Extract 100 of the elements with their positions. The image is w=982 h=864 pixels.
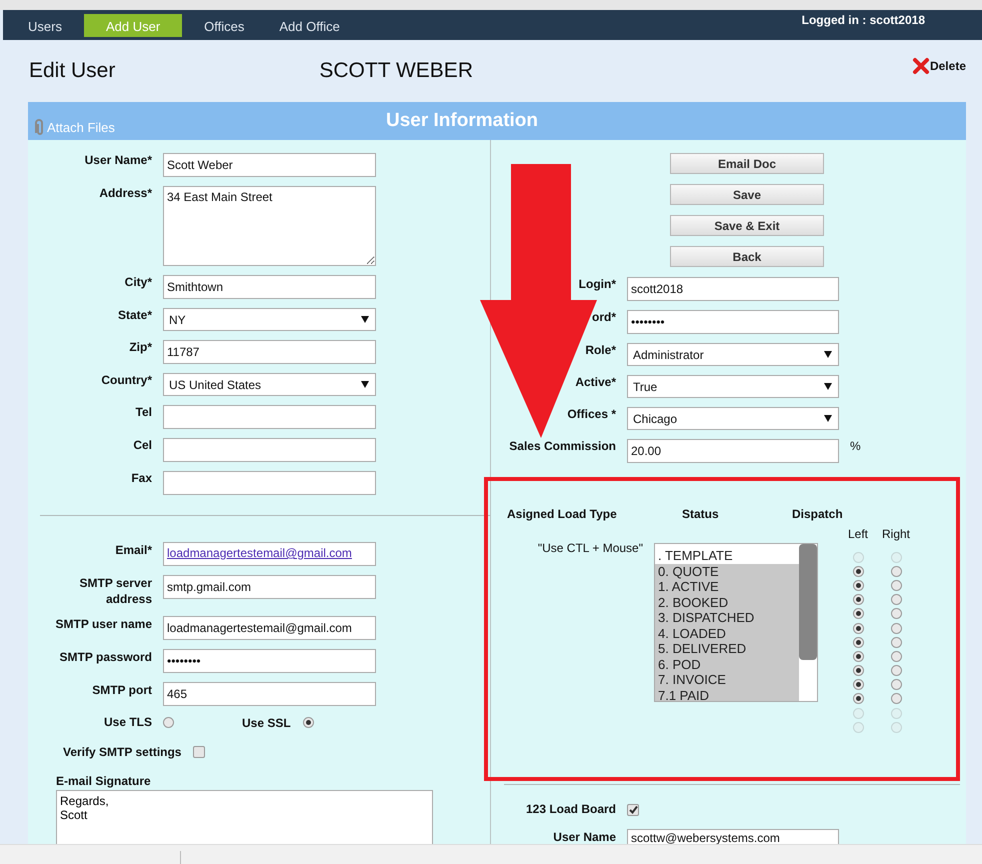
text-field[interactable] [163,405,376,429]
field-label: Country* [100,373,152,388]
select-field[interactable]: True [627,375,839,398]
signature-field[interactable]: Regards, Scott [56,790,433,845]
field-label: 123 Load Board [524,802,616,817]
text-field[interactable]: Scott Weber [163,153,376,177]
text-field[interactable]: loadmanagertestemail@gmail.com [163,616,376,640]
close-icon [912,57,930,75]
form-button[interactable]: Save [670,184,824,205]
unit-label: % [850,439,861,453]
radio-button[interactable] [890,693,902,704]
text-field[interactable] [163,471,376,495]
text-field[interactable]: scott2018 [627,277,839,301]
column-heading: Right [880,527,911,541]
field-label: Address* [98,186,152,201]
radio-button[interactable] [852,622,864,634]
field-label: Login* [578,277,616,292]
radio-button[interactable] [890,608,902,620]
user-name-heading: SCOTT WEBER [319,59,473,83]
field-label: Zip* [128,340,152,355]
select-field[interactable]: Chicago [627,407,839,430]
checkbox[interactable] [193,746,206,758]
caret-icon [361,381,369,388]
radio-button[interactable] [163,717,174,728]
field-label: State* [116,308,152,323]
field-label: SMTP password [58,649,152,665]
list-option[interactable]: 6. POD [655,656,799,672]
text-field[interactable]: 11787 [163,340,376,364]
text-field[interactable]: Smithtown [163,275,376,299]
radio-button[interactable] [890,622,902,634]
radio-button[interactable] [852,580,864,591]
radio-button[interactable] [852,665,864,676]
radio-button[interactable] [890,580,902,591]
field-label: Email* [114,542,152,558]
text-field[interactable]: 20.00 [627,439,839,463]
radio-button[interactable] [852,650,864,662]
radio-button[interactable] [852,594,864,606]
radio-button[interactable] [852,636,864,648]
field-label: User Name [552,830,616,845]
field-label: Active* [574,375,616,390]
text-field[interactable]: •••••••• [627,310,839,334]
nav-tab[interactable]: Offices [191,14,258,36]
logged-in-text: Logged in : scott2018 [802,13,925,29]
column-heading: Asigned Load Type [507,507,618,521]
delete-link[interactable]: Delete [912,57,966,75]
radio-button[interactable] [890,650,902,662]
option-label: Use SSL [242,716,291,730]
list-option[interactable]: . TEMPLATE [655,548,799,564]
option-label: Verify SMTP settings [63,745,182,759]
nav-tab[interactable]: Users [15,14,75,36]
list-option[interactable]: 3. DISPATCHED [655,610,799,626]
text-field[interactable] [163,438,376,462]
form-button[interactable]: Email Doc [670,153,824,174]
list-option[interactable]: 2. BOOKED [655,594,799,610]
email-field[interactable]: loadmanagertestemail@gmail.com [163,542,376,566]
radio-button[interactable] [890,566,902,577]
form-button[interactable]: Save & Exit [670,215,824,236]
column-heading: Status [682,507,720,521]
address-field[interactable]: 34 East Main Street [163,186,376,266]
form-button[interactable]: Back [670,246,824,267]
section-title: User Information [386,110,538,132]
field-label: Tel [134,405,152,420]
field-label: Sales Commission [508,439,616,454]
list-option[interactable]: 7.1 PAID [655,688,799,701]
radio-button[interactable] [852,608,864,620]
text-field[interactable]: •••••••• [163,649,376,673]
list-option[interactable]: 5. DELIVERED [655,641,799,656]
radio-button[interactable] [852,693,864,704]
status-listbox[interactable]: . TEMPLATE 0. QUOTE 1. ACTIVE 2. BOOKED 3. DISPATCHED 4. LOADED 5. DELIVERED 6. POD 7. INVOICE 7.1 PAID [654,543,818,702]
select-field[interactable]: Administrator [627,343,839,366]
radio-button[interactable] [890,679,902,690]
field-label: Cel [132,438,152,453]
radio-button[interactable] [890,594,902,606]
checkbox[interactable] [627,804,639,816]
text-field[interactable]: scottw@webersystems.com [627,829,839,845]
radio-button[interactable] [890,636,902,648]
hint-text: "Use CTL + Mouse" [536,541,643,555]
caret-icon [361,316,369,323]
radio-button[interactable] [852,679,864,690]
caret-icon [824,351,832,358]
radio-button[interactable] [890,665,902,676]
list-option[interactable]: 4. LOADED [655,626,799,641]
field-label: City* [124,275,152,290]
option-label: Use TLS [102,715,152,730]
select-field[interactable]: NY [163,308,376,331]
nav-tab[interactable]: Add Office [266,14,353,36]
list-option[interactable]: 0. QUOTE [655,564,799,579]
field-label: Offices * [566,407,616,422]
field-label: Role* [584,343,616,358]
list-option[interactable]: 7. INVOICE [655,672,799,688]
field-label: SMTP user name [54,616,152,632]
column-heading: Dispatch [792,507,843,521]
column-heading: Left [846,527,869,541]
radio-button[interactable] [852,566,864,577]
select-field[interactable]: US United States [163,373,376,396]
radio-button[interactable] [302,717,314,728]
text-field[interactable]: smtp.gmail.com [163,575,376,599]
field-label: SMTP port [91,682,152,698]
text-field[interactable]: 465 [163,682,376,706]
list-option[interactable]: 1. ACTIVE [655,579,799,594]
